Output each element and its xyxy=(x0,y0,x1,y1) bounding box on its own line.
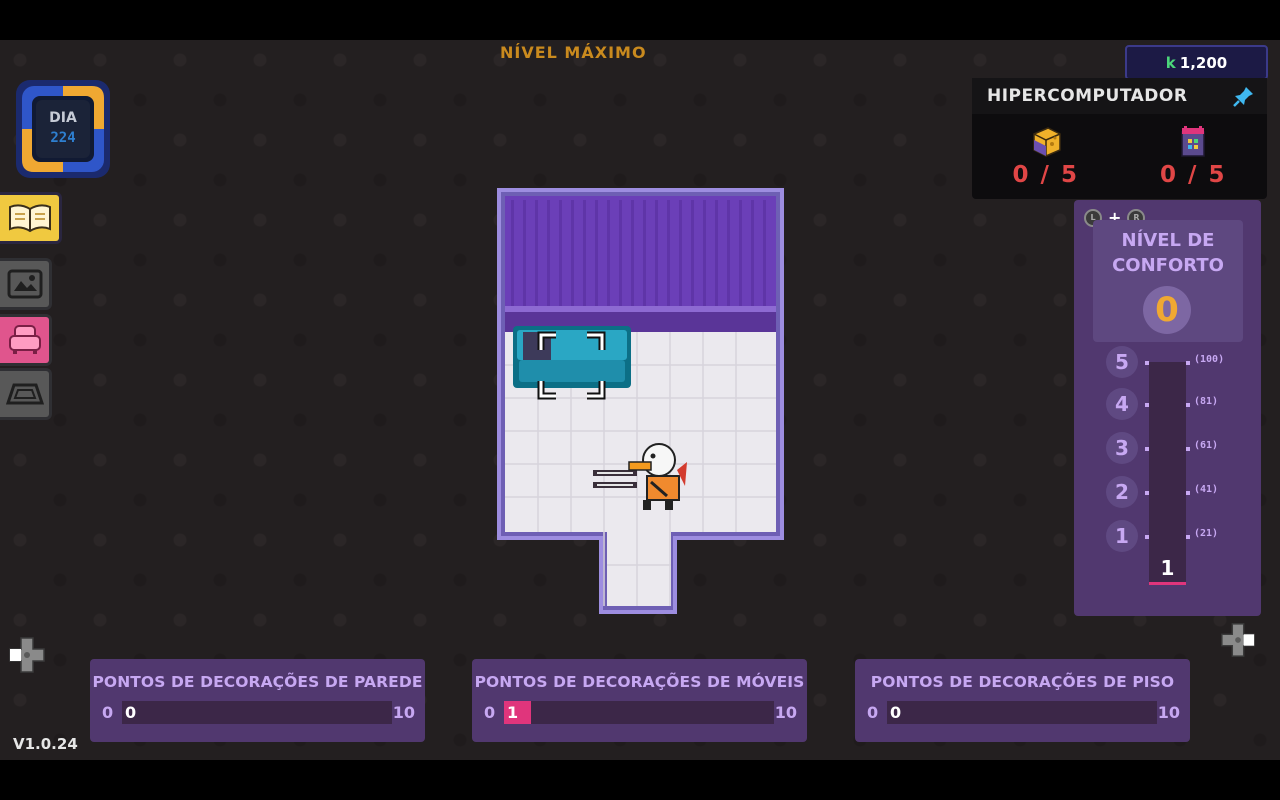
sidebar-item-wall-decor[interactable] xyxy=(0,258,52,310)
comfort-level-row: 4 (81) xyxy=(1106,388,1236,420)
picture-frame-icon xyxy=(7,269,42,299)
comfort-level-number: 4 xyxy=(1106,388,1138,420)
comfort-level-tick xyxy=(1186,535,1190,539)
wall-decor-points-panel: PONTOS DE DECORAÇÕES DE PAREDE 0 0 10 xyxy=(90,659,425,742)
floor-decor-progress-bar: 0 xyxy=(887,701,1157,724)
wall-decor-max: 10 xyxy=(392,703,415,722)
dpad-right-icon[interactable] xyxy=(1220,622,1256,658)
comfort-title: NÍVEL DE CONFORTO xyxy=(1093,228,1243,278)
armchair-icon xyxy=(8,325,41,354)
furniture-decor-progress-bar: 1 xyxy=(504,701,774,724)
comfort-level-row: 3 (61) xyxy=(1106,432,1236,464)
hypercomputer-item-chip: 0 / 5 xyxy=(1128,126,1258,188)
hypercomputer-item-cheese: 0 / 5 xyxy=(981,126,1111,188)
floor-decor-points-title: PONTOS DE DECORAÇÕES DE PISO xyxy=(870,673,1175,691)
room-illustration xyxy=(497,188,784,614)
comfort-level-requirement: (41) xyxy=(1194,484,1219,495)
floor-decor-min: 0 xyxy=(867,703,879,722)
comfort-level-tick xyxy=(1145,403,1149,407)
day-dial: DIA 224 xyxy=(14,78,112,180)
comfort-level-tick xyxy=(1186,361,1190,365)
hypercomputer-header: HIPERCOMPUTADOR xyxy=(972,78,1267,114)
furniture-decor-min: 0 xyxy=(484,703,496,722)
wall-decor-value: 0 xyxy=(125,703,137,722)
wall-decor-progress-bar: 0 xyxy=(122,701,392,724)
sidebar-item-floor-decor[interactable] xyxy=(0,368,52,420)
dpad-left-icon[interactable] xyxy=(8,636,46,674)
comfort-level-tick xyxy=(1186,403,1190,407)
room-view[interactable] xyxy=(497,188,784,616)
floor-decor-value: 0 xyxy=(890,703,902,722)
hypercomputer-count-cheese: 0 / 5 xyxy=(1012,162,1079,188)
floor-decor-points-panel: PONTOS DE DECORAÇÕES DE PISO 0 0 10 xyxy=(855,659,1190,742)
comfort-level-requirement: (21) xyxy=(1194,528,1219,539)
comfort-level-number: 5 xyxy=(1106,346,1138,378)
comfort-level-row: 5 (100) xyxy=(1106,346,1236,378)
sidebar-item-furniture[interactable] xyxy=(0,314,52,366)
comfort-level-tick xyxy=(1145,491,1149,495)
comfort-title-line1: NÍVEL DE xyxy=(1121,230,1215,251)
comfort-level-row: 2 (41) xyxy=(1106,476,1236,508)
version-label: V1.0.24 xyxy=(13,735,78,753)
rug-icon xyxy=(5,383,44,405)
floor-decor-max: 10 xyxy=(1157,703,1180,722)
comfort-level-row: 1 (21) xyxy=(1106,520,1236,552)
pin-icon[interactable] xyxy=(1233,85,1255,107)
hypercomputer-count-chip: 0 / 5 xyxy=(1160,162,1227,188)
book-icon xyxy=(8,204,51,233)
comfort-progress-fill xyxy=(1149,582,1186,585)
comfort-level-requirement: (81) xyxy=(1194,396,1219,407)
wall-decor-points-title: PONTOS DE DECORAÇÕES DE PAREDE xyxy=(92,673,423,691)
comfort-level-requirement: (61) xyxy=(1194,440,1219,451)
comfort-level-number: 1 xyxy=(1106,520,1138,552)
letterbox-bottom xyxy=(0,760,1280,800)
comfort-level-tick xyxy=(1145,535,1149,539)
currency-display: k 1,200 xyxy=(1125,45,1268,80)
day-dial-frame-icon xyxy=(16,80,110,178)
furniture-decor-points-title: PONTOS DE DECORAÇÕES DE MÓVEIS xyxy=(474,673,805,691)
comfort-level-tick xyxy=(1186,491,1190,495)
comfort-level-tick xyxy=(1145,447,1149,451)
comfort-level-number: 3 xyxy=(1106,432,1138,464)
wall-decor-min: 0 xyxy=(102,703,114,722)
comfort-level-number: 2 xyxy=(1106,476,1138,508)
hypercomputer-title: HIPERCOMPUTADOR xyxy=(987,86,1188,106)
comfort-bar-value: 1 xyxy=(1160,556,1175,580)
furniture-decor-value: 1 xyxy=(507,703,519,722)
cheese-cube-icon xyxy=(1033,127,1061,157)
comfort-level-box: NÍVEL DE CONFORTO 0 xyxy=(1093,220,1243,342)
sidebar-item-book[interactable] xyxy=(0,192,62,244)
comfort-title-line2: CONFORTO xyxy=(1112,255,1224,276)
furniture-decor-points-panel: PONTOS DE DECORAÇÕES DE MÓVEIS 0 1 10 xyxy=(472,659,807,742)
day-label: DIA xyxy=(49,110,77,126)
comfort-level-tick xyxy=(1186,447,1190,451)
day-value: 224 xyxy=(50,130,76,146)
game-stage: NÍVEL MÁXIMO k 1,200 DIA 224 HIPERCOMPUT… xyxy=(0,40,1280,760)
comfort-level-tick xyxy=(1145,361,1149,365)
chip-box-icon xyxy=(1181,126,1205,157)
max-level-label: NÍVEL MÁXIMO xyxy=(500,43,647,62)
furniture-decor-max: 10 xyxy=(774,703,797,722)
comfort-level-requirement: (100) xyxy=(1194,354,1225,365)
comfort-value: 0 xyxy=(1143,286,1191,334)
currency-value: 1,200 xyxy=(1179,53,1228,72)
letterbox-top xyxy=(0,0,1280,40)
hypercomputer-panel: HIPERCOMPUTADOR 0 / 5 0 / 5 xyxy=(972,78,1267,199)
currency-icon: k xyxy=(1165,53,1176,72)
